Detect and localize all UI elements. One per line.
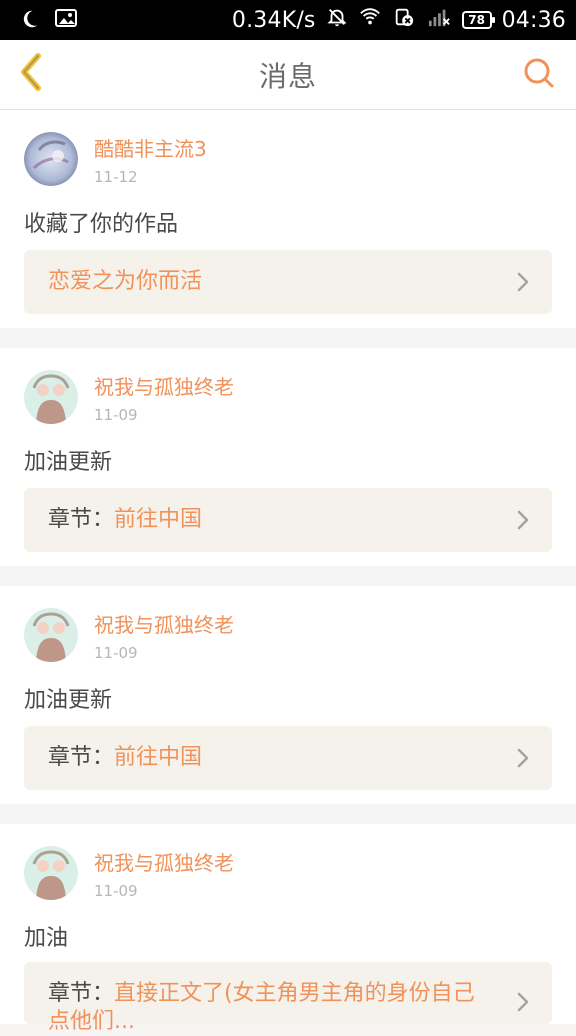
message-text: 收藏了你的作品 <box>24 212 179 237</box>
chevron-right-icon <box>516 272 530 296</box>
message-card: 酷酷非主流3 11-12 收藏了你的作品 恋爱之为你而活 <box>0 110 576 328</box>
chevron-right-icon <box>516 992 530 1016</box>
search-button[interactable] <box>516 52 560 96</box>
chevron-right-icon <box>516 510 530 534</box>
chapter-prefix: 章节： <box>48 981 115 1006</box>
avatar[interactable] <box>24 132 78 186</box>
username[interactable]: 祝我与孤独终老 <box>94 852 234 874</box>
top-bar: 消息 <box>0 40 576 110</box>
user-info: 祝我与孤独终老 11-09 <box>94 376 234 424</box>
chapter-title: 前往中国 <box>114 745 203 770</box>
chapter-link[interactable]: 章节：前往中国 <box>24 726 552 790</box>
chapter-text: 章节：前往中国 <box>48 744 202 772</box>
message-date: 11-12 <box>94 168 138 186</box>
message-header: 祝我与孤独终老 11-09 <box>24 608 234 662</box>
notification-off-icon <box>326 6 348 34</box>
message-header: 祝我与孤独终老 11-09 <box>24 846 234 900</box>
message-date: 11-09 <box>94 882 138 900</box>
username[interactable]: 祝我与孤独终老 <box>94 614 234 636</box>
message-header: 酷酷非主流3 11-12 <box>24 132 207 186</box>
signal-icon <box>426 6 452 34</box>
message-card: 祝我与孤独终老 11-09 加油更新 章节：前往中国 <box>0 586 576 804</box>
battery-icon: 78 <box>461 11 495 29</box>
chevron-right-icon <box>516 748 530 772</box>
message-date: 11-09 <box>94 644 138 662</box>
clock: 04:36 <box>501 7 566 33</box>
work-title: 恋爱之为你而活 <box>48 269 203 294</box>
status-bar: 0.34K/s 78 04:36 <box>0 0 576 40</box>
wifi-icon <box>358 6 382 34</box>
chapter-title: 前往中国 <box>114 507 203 532</box>
avatar[interactable] <box>24 608 78 662</box>
avatar[interactable] <box>24 846 78 900</box>
message-text: 加油更新 <box>24 688 113 713</box>
status-right: 0.34K/s 78 04:36 <box>232 6 566 34</box>
image-icon <box>54 8 78 34</box>
message-date: 11-09 <box>94 406 138 424</box>
status-left <box>18 8 78 34</box>
user-info: 祝我与孤独终老 11-09 <box>94 852 234 900</box>
chapter-prefix: 章节： <box>48 507 115 532</box>
chapter-prefix: 章节： <box>48 745 115 770</box>
search-icon <box>521 55 555 93</box>
battery-level: 78 <box>468 13 485 27</box>
message-card: 祝我与孤独终老 11-09 加油更新 章节：前往中国 <box>0 348 576 566</box>
message-text: 加油更新 <box>24 450 113 475</box>
moon-icon <box>18 8 40 34</box>
chapter-text: 章节：前往中国 <box>48 506 202 534</box>
sim-icon <box>392 6 416 34</box>
username[interactable]: 祝我与孤独终老 <box>94 376 234 398</box>
message-card: 祝我与孤独终老 11-09 加油 章节：直接正文了(女主角男主角的身份自己点他们… <box>0 824 576 1034</box>
avatar[interactable] <box>24 370 78 424</box>
network-speed: 0.34K/s <box>231 7 316 33</box>
username[interactable]: 酷酷非主流3 <box>94 138 207 160</box>
work-text: 恋爱之为你而活 <box>48 268 202 296</box>
work-link[interactable]: 恋爱之为你而活 <box>24 250 552 314</box>
message-text: 加油 <box>24 926 69 951</box>
chapter-text: 章节：直接正文了(女主角男主角的身份自己点他们... <box>48 980 496 1036</box>
message-header: 祝我与孤独终老 11-09 <box>24 370 234 424</box>
chapter-link[interactable]: 章节：直接正文了(女主角男主角的身份自己点他们... <box>24 962 552 1034</box>
chapter-link[interactable]: 章节：前往中国 <box>24 488 552 552</box>
user-info: 酷酷非主流3 11-12 <box>94 138 207 186</box>
user-info: 祝我与孤独终老 11-09 <box>94 614 234 662</box>
page-title: 消息 <box>258 59 317 93</box>
